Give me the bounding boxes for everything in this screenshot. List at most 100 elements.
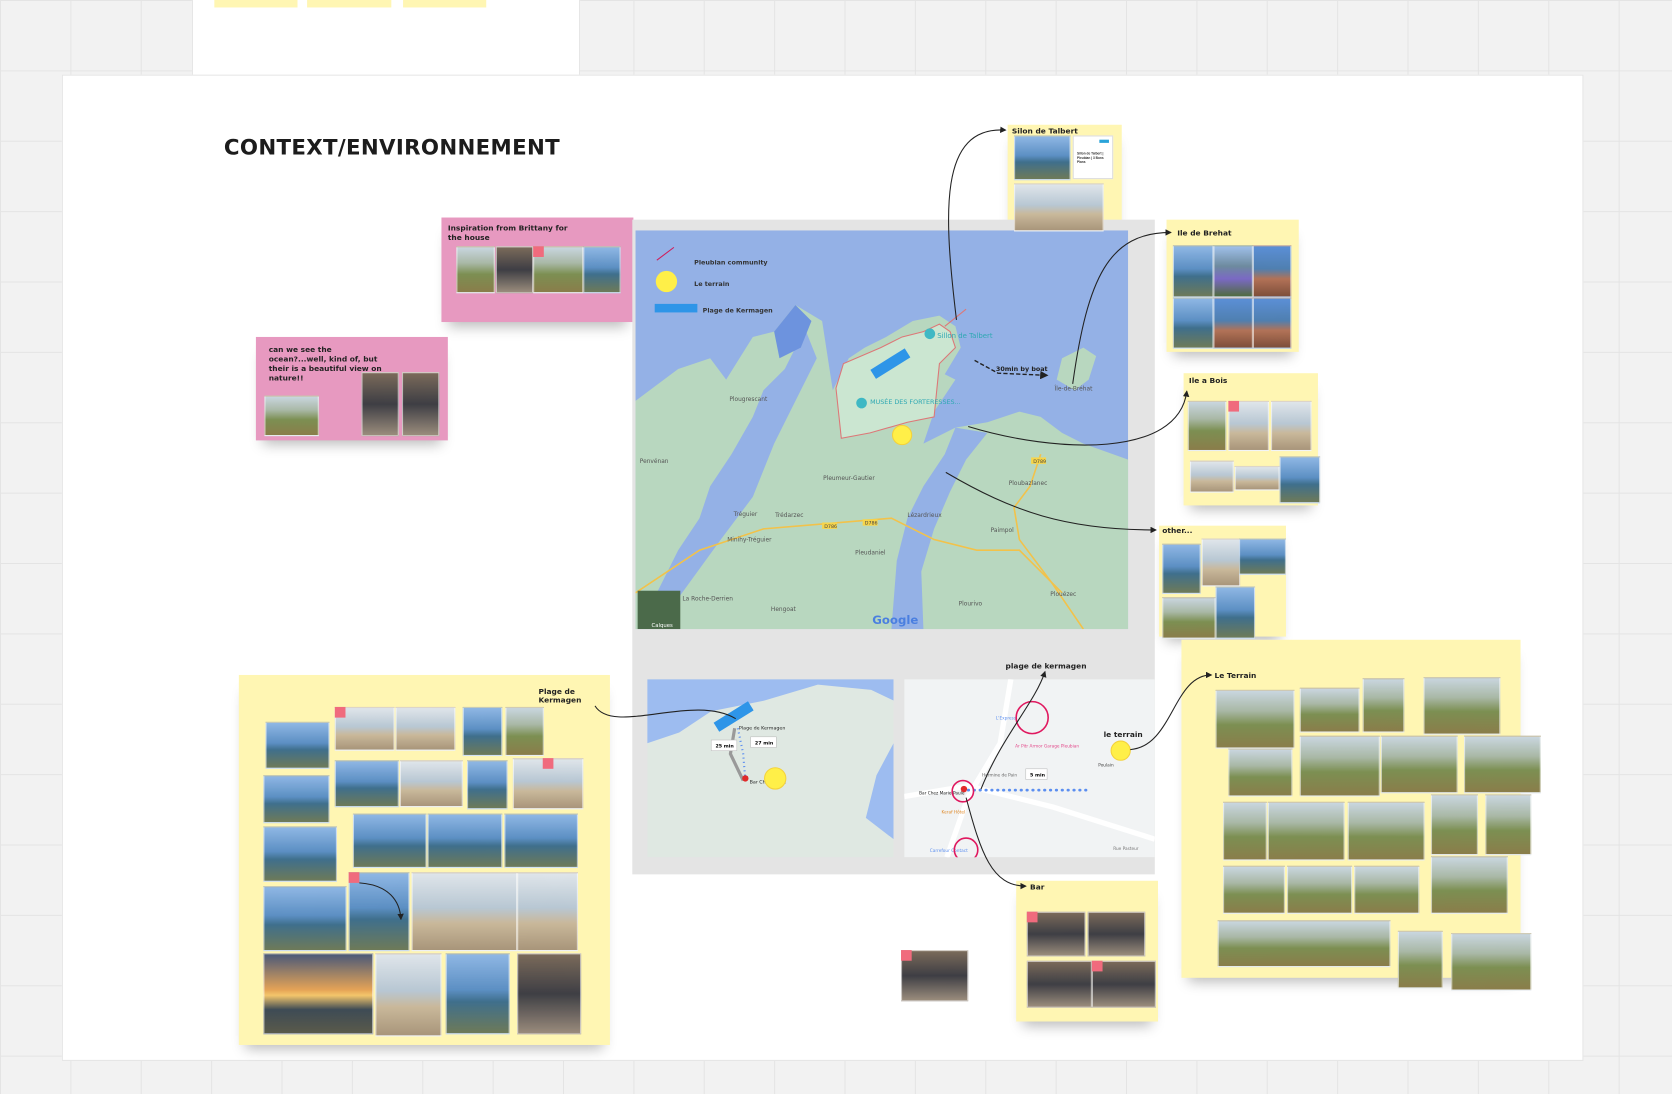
- photo-thumbnail[interactable]: [1299, 735, 1380, 797]
- photo-thumbnail[interactable]: [505, 706, 544, 757]
- place-label: MUSÉE DES FORTERESSES...: [870, 397, 961, 406]
- photo-thumbnail[interactable]: [1215, 586, 1256, 639]
- photo-thumbnail[interactable]: [1423, 677, 1501, 735]
- place-label: Keraf Hôtel: [942, 809, 966, 816]
- sticky-note[interactable]: [214, 0, 298, 8]
- photo-thumbnail[interactable]: [517, 872, 578, 952]
- photo-thumbnail[interactable]: [1451, 933, 1532, 991]
- place-label: Plouézec: [1050, 591, 1076, 598]
- photo-thumbnail[interactable]: [1267, 801, 1345, 861]
- photo-thumbnail[interactable]: [1347, 801, 1425, 861]
- place-label: Sillon de Talbert: [937, 332, 993, 340]
- photo-thumbnail[interactable]: [1252, 297, 1292, 349]
- photo-thumbnail[interactable]: [264, 395, 319, 437]
- photo-thumbnail[interactable]: [1187, 400, 1227, 452]
- photo-thumbnail[interactable]: [1354, 865, 1420, 914]
- photo-thumbnail[interactable]: [1464, 735, 1541, 794]
- red-sticker[interactable]: [542, 758, 554, 769]
- photo-thumbnail[interactable]: [1014, 135, 1071, 181]
- photo-thumbnail[interactable]: [263, 826, 337, 882]
- red-sticker[interactable]: [348, 872, 360, 883]
- photo-thumbnail[interactable]: [517, 953, 582, 1035]
- photo-thumbnail[interactable]: [1213, 297, 1253, 349]
- photo-thumbnail[interactable]: [445, 953, 510, 1035]
- photo-thumbnail[interactable]: [1279, 456, 1321, 504]
- place-label: L'Express: [996, 716, 1016, 722]
- sticky-note[interactable]: [403, 0, 487, 8]
- photo-thumbnail[interactable]: [1430, 794, 1478, 856]
- terrain-legend-icon: [655, 270, 678, 293]
- photo-thumbnail[interactable]: [1430, 856, 1508, 914]
- route-map[interactable]: Plage de Kermagen 25 min 27 min Bar Chez…: [647, 679, 894, 858]
- photo-thumbnail[interactable]: [265, 721, 330, 769]
- photo-thumbnail[interactable]: [1217, 920, 1391, 968]
- sillon-note-label: Silon de Talbert: [1011, 126, 1078, 136]
- photo-thumbnail[interactable]: [1287, 865, 1353, 914]
- photo-thumbnail[interactable]: [263, 886, 347, 952]
- plage-kermagen-label: plage de kermagen: [1005, 662, 1087, 671]
- photo-thumbnail[interactable]: [1087, 911, 1146, 957]
- previous-frame[interactable]: [191, 0, 581, 77]
- photo-thumbnail[interactable]: [1397, 930, 1443, 989]
- photo-thumbnail[interactable]: [583, 246, 621, 294]
- photo-thumbnail[interactable]: [1026, 960, 1092, 1008]
- ile-a-bois-note-label: Ile a Bois: [1188, 376, 1228, 385]
- photo-thumbnail[interactable]: [1213, 245, 1253, 298]
- place-label: Poulain: [1098, 763, 1114, 769]
- place-label: Paimpol: [991, 528, 1015, 534]
- section-title: CONTEXT/ENVIRONNEMENT: [223, 134, 561, 160]
- photo-thumbnail[interactable]: [263, 775, 330, 824]
- photo-thumbnail[interactable]: [348, 872, 410, 952]
- region-map[interactable]: Pleubian community Le terrain Plage de K…: [635, 230, 1129, 630]
- photo-thumbnail[interactable]: [399, 760, 463, 808]
- photo-thumbnail[interactable]: [1485, 794, 1532, 856]
- brehat-note-label: Ile de Brehat: [1177, 229, 1232, 238]
- photo-thumbnail[interactable]: [467, 760, 508, 810]
- red-sticker[interactable]: [1091, 960, 1103, 972]
- photo-thumbnail[interactable]: [1189, 460, 1234, 493]
- photo-thumbnail[interactable]: [361, 372, 399, 437]
- photo-thumbnail[interactable]: [462, 706, 503, 757]
- whiteboard-canvas[interactable]: CONTEXT/ENVIRONNEMENT Inspiration from B…: [0, 0, 1672, 1094]
- photo-thumbnail[interactable]: [456, 246, 495, 294]
- photo-thumbnail[interactable]: [1271, 400, 1312, 452]
- road-label: D789: [1033, 459, 1046, 465]
- inspiration-note-text: Inspiration from Brittany for the house: [447, 223, 568, 243]
- photo-thumbnail[interactable]: [1162, 597, 1216, 639]
- photo-thumbnail[interactable]: [1223, 801, 1267, 861]
- photo-thumbnail[interactable]: [1380, 735, 1458, 794]
- photo-thumbnail[interactable]: [395, 706, 456, 751]
- photo-thumbnail[interactable]: [1252, 245, 1292, 298]
- red-sticker[interactable]: [1026, 911, 1038, 923]
- photo-thumbnail[interactable]: [504, 813, 578, 868]
- photo-thumbnail[interactable]: [352, 813, 427, 868]
- red-sticker[interactable]: [533, 246, 544, 257]
- red-sticker[interactable]: [1228, 400, 1240, 412]
- red-sticker[interactable]: [901, 950, 912, 961]
- photo-thumbnail[interactable]: [1223, 865, 1285, 914]
- photo-thumbnail[interactable]: [263, 953, 374, 1035]
- photo-thumbnail[interactable]: [1299, 687, 1360, 733]
- photo-thumbnail[interactable]: [401, 372, 440, 437]
- photo-thumbnail[interactable]: [495, 246, 534, 294]
- photo-thumbnail[interactable]: [1362, 678, 1405, 733]
- photo-thumbnail[interactable]: [427, 813, 503, 868]
- photo-thumbnail[interactable]: [1201, 538, 1241, 587]
- photo-thumbnail[interactable]: [1228, 748, 1293, 797]
- photo-thumbnail[interactable]: [1215, 689, 1295, 749]
- photo-thumbnail[interactable]: [1014, 183, 1104, 232]
- photo-thumbnail[interactable]: [1234, 465, 1280, 491]
- photo-thumbnail[interactable]: [411, 872, 518, 952]
- place-label: Carrefour Contact: [930, 848, 968, 854]
- route-start: Plage de Kermagen: [739, 725, 785, 731]
- photo-thumbnail[interactable]: [1162, 543, 1201, 594]
- photo-thumbnail[interactable]: [1239, 538, 1286, 575]
- red-sticker[interactable]: [334, 706, 346, 718]
- detail-map[interactable]: L'Express Ar Pitr Armor Garage Pleubian …: [904, 679, 1155, 858]
- photo-thumbnail[interactable]: [375, 953, 442, 1037]
- sillon-article-thumbnail[interactable]: Sillon de Talbert | Pleubian | 3 Bons Pl…: [1072, 135, 1114, 180]
- sticky-note[interactable]: [307, 0, 392, 8]
- photo-thumbnail[interactable]: [334, 760, 399, 808]
- photo-thumbnail[interactable]: [1172, 297, 1214, 349]
- photo-thumbnail[interactable]: [1172, 245, 1214, 298]
